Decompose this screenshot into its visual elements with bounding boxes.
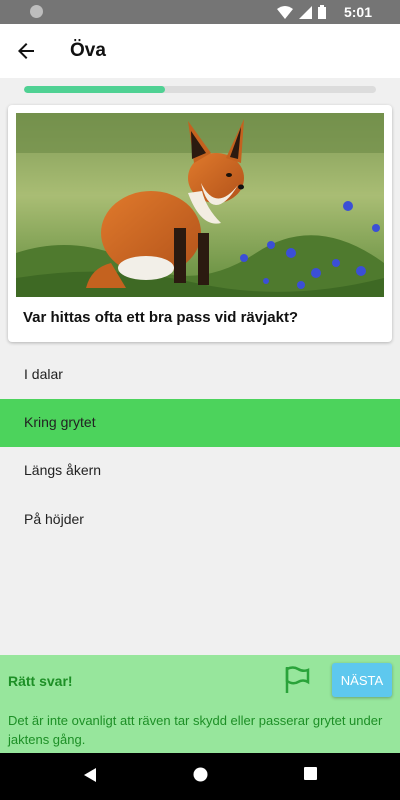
page-title: Öva [70, 40, 106, 61]
explanation-text: Det är inte ovanligt att räven tar skydd… [8, 713, 383, 747]
battery-icon [318, 5, 326, 19]
question-card: Var hittas ofta ett bra pass vid rävjakt… [8, 105, 392, 342]
answer-option-langs-akern[interactable]: Längs åkern [0, 447, 400, 495]
answer-option-label: Kring grytet [24, 414, 96, 430]
question-text: Var hittas ofta ett bra pass vid rävjakt… [23, 309, 299, 326]
system-nav-bar [0, 753, 400, 800]
answer-option-label: I dalar [24, 366, 63, 382]
question-image [16, 113, 384, 297]
answer-option-label: På höjder [24, 511, 84, 527]
feedback-panel: Rätt svar! NÄSTA Det är inte ovanligt at… [0, 655, 400, 753]
progress-bar [24, 86, 376, 93]
result-label: Rätt svar! [8, 673, 73, 689]
answer-option-i-dalar[interactable]: I dalar [0, 351, 400, 399]
signal-icon [299, 5, 312, 19]
flag-icon[interactable] [283, 665, 311, 695]
notification-dot-icon [30, 5, 43, 18]
nav-home-icon[interactable] [193, 767, 208, 782]
nav-back-icon[interactable] [83, 767, 97, 783]
status-time: 5:01 [343, 4, 372, 20]
progress-fill [24, 86, 165, 93]
answer-option-label: Längs åkern [24, 462, 102, 478]
fox-photo [16, 113, 384, 297]
status-bar: 5:01 [0, 0, 400, 24]
app-bar: Öva [0, 24, 400, 78]
wifi-icon [277, 5, 293, 19]
next-button[interactable]: NÄSTA [332, 663, 392, 697]
answer-option-kring-grytet[interactable]: Kring grytet [0, 399, 400, 447]
status-icons [277, 5, 326, 19]
nav-recents-icon[interactable] [304, 767, 317, 780]
back-arrow-icon[interactable] [14, 39, 38, 63]
answer-option-pa-hojder[interactable]: På höjder [0, 496, 400, 544]
